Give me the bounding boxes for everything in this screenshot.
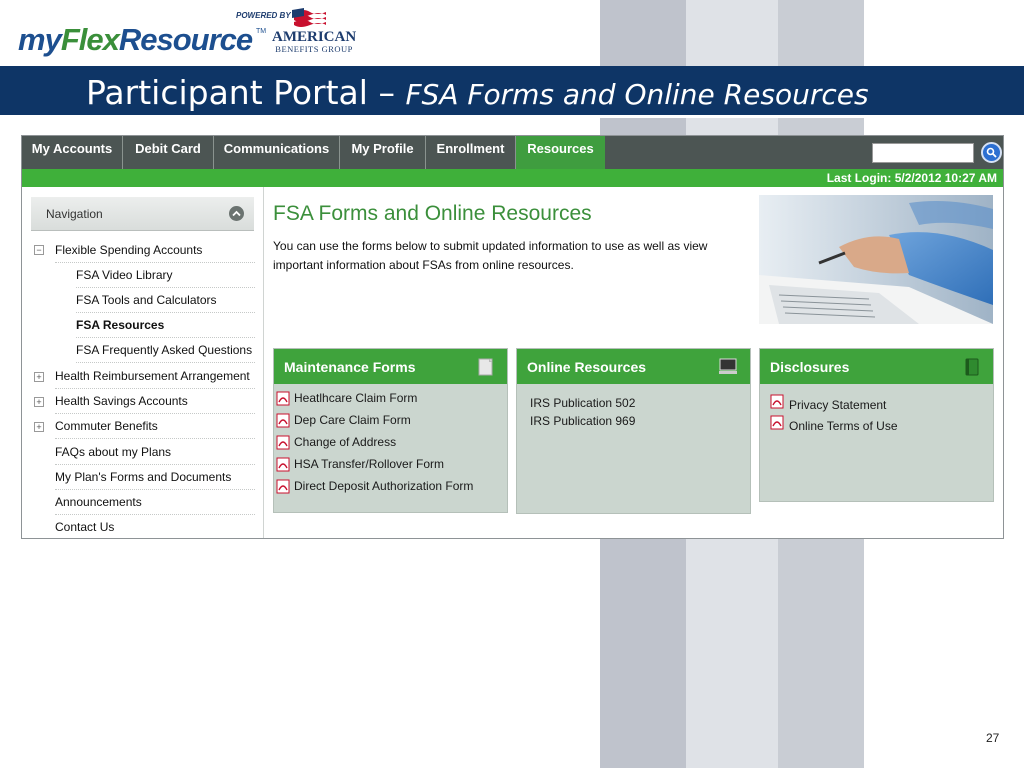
chevron-up-icon[interactable] <box>229 206 244 221</box>
search-input[interactable] <box>872 143 974 163</box>
panel-header: Online Resources <box>517 349 750 384</box>
myflexresource-logo: myFlexResource <box>18 22 253 57</box>
sidebar-heading: Navigation <box>31 197 254 231</box>
content-description: You can use the forms below to submit up… <box>273 239 708 272</box>
sidebar-item-hra[interactable]: Health Reimbursement Arrangement <box>55 364 255 389</box>
dep-care-claim-form-link[interactable]: Dep Care Claim Form <box>294 413 411 427</box>
expand-toggle-icon[interactable]: + <box>34 372 44 382</box>
pdf-icon <box>770 394 784 409</box>
search-icon <box>986 147 997 158</box>
hsa-transfer-rollover-form-link[interactable]: HSA Transfer/Rollover Form <box>294 457 444 471</box>
sidebar-item-announcements[interactable]: Announcements <box>55 490 255 515</box>
tab-communications[interactable]: Communications <box>214 136 340 169</box>
online-resources-panel: Online Resources IRS Publication 502 IRS… <box>516 348 751 514</box>
sidebar-item-commuter-benefits[interactable]: Commuter Benefits <box>55 414 255 439</box>
panel-header: Disclosures <box>760 349 993 384</box>
tab-my-accounts[interactable]: My Accounts <box>22 136 123 169</box>
sidebar-heading-label: Navigation <box>46 207 103 221</box>
expand-toggle-icon[interactable]: + <box>34 397 44 407</box>
document-icon <box>478 358 493 376</box>
pdf-icon <box>276 457 290 472</box>
last-login-text: Last Login: 5/2/2012 10:27 AM <box>826 171 997 185</box>
book-icon <box>965 358 979 376</box>
content-title: FSA Forms and Online Resources <box>273 202 592 225</box>
flag-icon <box>292 8 326 27</box>
sidebar-item-contact-us[interactable]: Contact Us <box>55 515 255 540</box>
panel-title: Disclosures <box>770 359 850 375</box>
powered-by-label: POWERED BY <box>236 11 291 20</box>
pdf-icon <box>770 415 784 430</box>
direct-deposit-authorization-form-link[interactable]: Direct Deposit Authorization Form <box>294 479 473 493</box>
tab-resources[interactable]: Resources <box>516 136 605 169</box>
tab-enrollment[interactable]: Enrollment <box>426 136 516 169</box>
privacy-statement-link[interactable]: Privacy Statement <box>789 398 886 412</box>
irs-publication-969-link[interactable]: IRS Publication 969 <box>530 414 635 428</box>
logo-area: myFlexResource TM POWERED BY AMERICAN BE… <box>0 0 600 66</box>
pdf-icon <box>276 391 290 406</box>
tab-my-profile[interactable]: My Profile <box>340 136 426 169</box>
page-number: 27 <box>986 731 1000 745</box>
search-button[interactable] <box>981 142 1002 163</box>
sidebar-item-fsa-resources[interactable]: FSA Resources <box>76 313 255 338</box>
portal-screenshot: My Accounts Debit Card Communications My… <box>21 135 1004 539</box>
maintenance-forms-panel: Maintenance Forms Heatlhcare Claim Form … <box>273 348 508 513</box>
disclosures-panel: Disclosures Privacy Statement Online Ter… <box>759 348 994 502</box>
expand-toggle-icon[interactable]: + <box>34 422 44 432</box>
sidebar-item-fsa-faq[interactable]: FSA Frequently Asked Questions <box>76 338 255 363</box>
pdf-icon <box>276 413 290 428</box>
sidebar-item-fsa-tools-calculators[interactable]: FSA Tools and Calculators <box>76 288 255 313</box>
change-of-address-link[interactable]: Change of Address <box>294 435 396 449</box>
pdf-icon <box>276 435 290 450</box>
hero-photo <box>759 195 993 324</box>
main-nav-bar: My Accounts Debit Card Communications My… <box>22 136 1003 169</box>
slide-title: Participant Portal – FSA Forms and Onlin… <box>86 73 869 112</box>
panel-title: Online Resources <box>527 359 647 375</box>
online-terms-of-use-link[interactable]: Online Terms of Use <box>789 419 898 433</box>
sidebar-item-fsa-video-library[interactable]: FSA Video Library <box>76 263 255 288</box>
computer-icon <box>719 358 737 374</box>
sidebar-item-faqs-plans[interactable]: FAQs about my Plans <box>55 440 255 465</box>
trademark-mark: TM <box>256 28 267 35</box>
healthcare-claim-form-link[interactable]: Heatlhcare Claim Form <box>294 391 417 405</box>
sidebar-item-flexible-spending-accounts[interactable]: Flexible Spending Accounts <box>55 238 255 263</box>
slide-title-bar: Participant Portal – FSA Forms and Onlin… <box>0 66 1024 118</box>
sidebar-item-hsa[interactable]: Health Savings Accounts <box>55 389 255 414</box>
irs-publication-502-link[interactable]: IRS Publication 502 <box>530 396 635 410</box>
american-benefits-group-logo: AMERICAN BENEFITS GROUP <box>272 29 357 54</box>
pdf-icon <box>276 479 290 494</box>
collapse-toggle-icon[interactable]: − <box>34 245 44 255</box>
status-strip: Last Login: 5/2/2012 10:27 AM <box>22 169 1003 187</box>
sidebar: Navigation − Flexible Spending Accounts … <box>22 187 264 538</box>
tab-debit-card[interactable]: Debit Card <box>123 136 214 169</box>
panel-header: Maintenance Forms <box>274 349 507 384</box>
panel-title: Maintenance Forms <box>284 359 416 375</box>
sidebar-item-plan-forms[interactable]: My Plan's Forms and Documents <box>55 465 255 490</box>
